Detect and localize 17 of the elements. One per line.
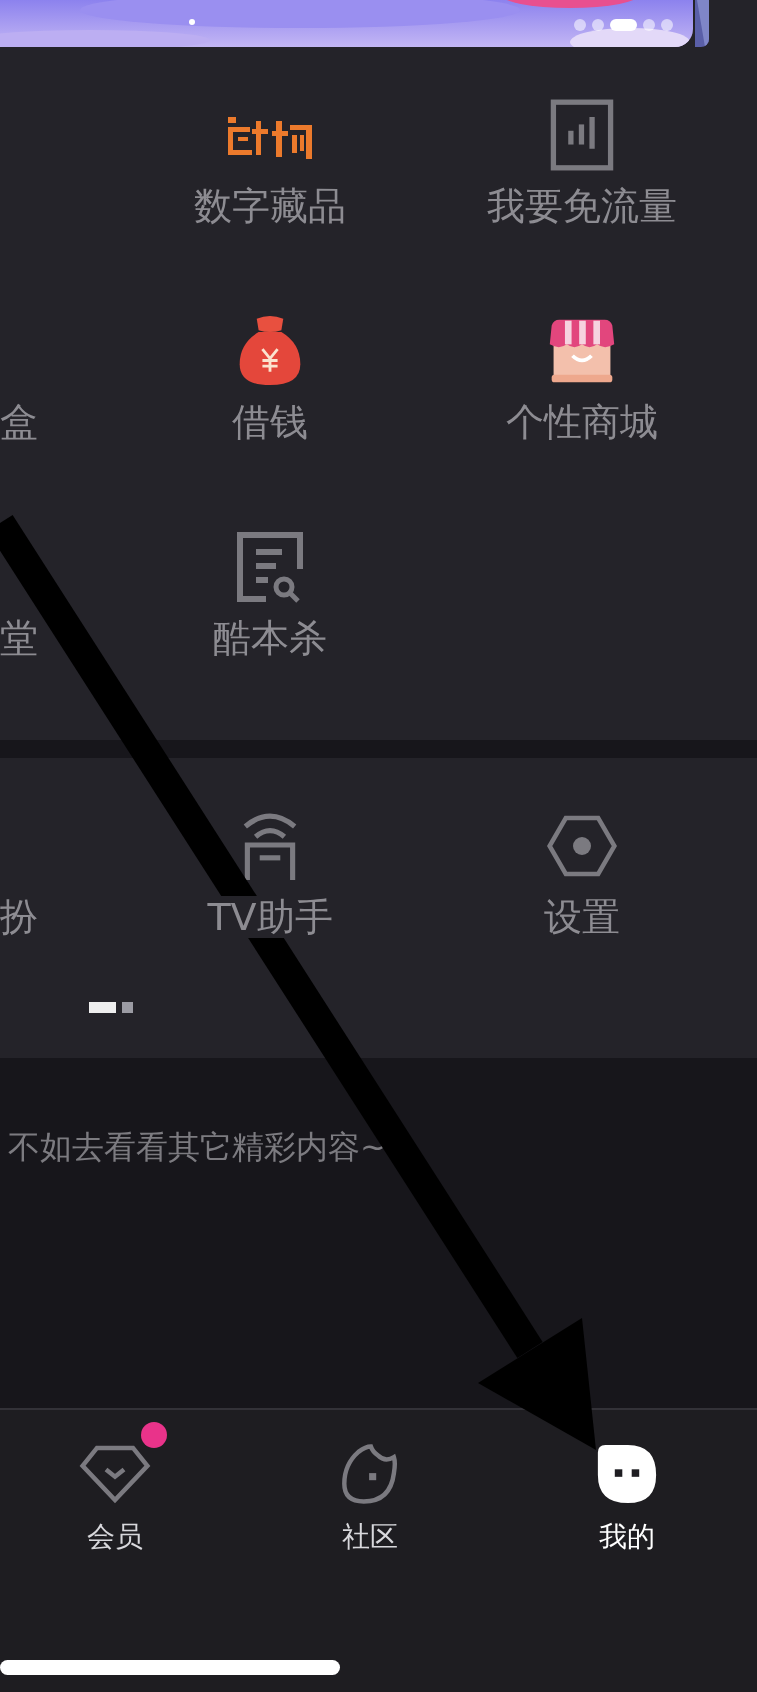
service-label[interactable]: 数字藏品 xyxy=(194,185,346,227)
document-search-icon xyxy=(234,531,306,603)
diamond-icon xyxy=(79,1443,151,1505)
service-label[interactable]: 个性商城 xyxy=(506,401,658,443)
tab[interactable]: 我的 xyxy=(510,1418,744,1556)
empty-hint: 不如去看看其它精彩内容~ xyxy=(8,1128,387,1166)
service-label[interactable]: 借钱 xyxy=(232,401,308,443)
service-label[interactable]: 酷本杀 xyxy=(213,617,327,659)
service-label[interactable]: 盒 xyxy=(0,401,38,443)
tool-label[interactable]: TV助手 xyxy=(207,896,333,938)
tab[interactable]: 会员 xyxy=(0,1418,230,1556)
service-label[interactable]: 我要免流量 xyxy=(487,185,677,227)
logo-icon xyxy=(226,117,314,161)
tool-label[interactable]: 扮 xyxy=(0,896,38,938)
service-label[interactable]: 堂 xyxy=(0,617,38,659)
tool-label[interactable]: 设置 xyxy=(544,896,620,938)
tab[interactable]: 社区 xyxy=(230,1418,510,1556)
